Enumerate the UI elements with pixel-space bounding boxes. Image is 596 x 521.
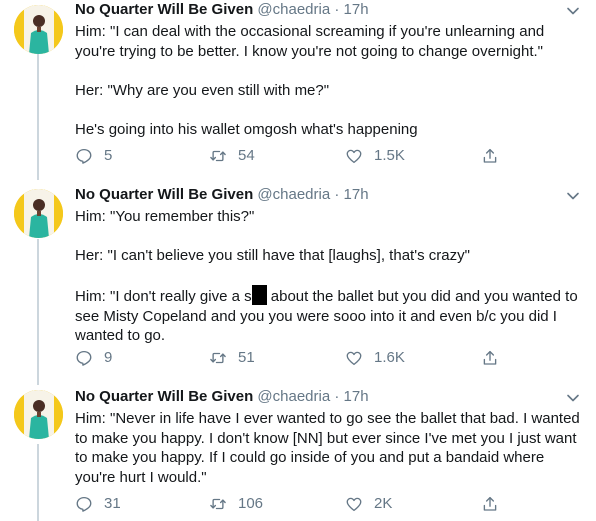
- tweet-actions: 9 51 1.6K: [75, 348, 505, 368]
- author-handle[interactable]: @chaedria: [257, 1, 330, 18]
- thread-line: [37, 239, 39, 385]
- retweet-count: 54: [238, 147, 255, 164]
- heart-icon: [346, 351, 362, 366]
- timestamp[interactable]: 17h: [344, 186, 369, 203]
- share-button[interactable]: [481, 146, 510, 166]
- tweet-text: Him: "You remember this?" Her: "I can't …: [75, 207, 580, 346]
- separator: ·: [334, 388, 340, 405]
- retweet-icon: [210, 150, 226, 162]
- reply-icon: [76, 350, 92, 366]
- share-icon: [483, 148, 497, 163]
- author-name[interactable]: No Quarter Will Be Given: [75, 388, 253, 405]
- like-button[interactable]: 2K: [345, 494, 392, 514]
- tweet-actions: 31 106 2K: [75, 494, 505, 514]
- share-button[interactable]: [481, 494, 510, 514]
- tweet-paragraph: Her: "I can't believe you still have tha…: [75, 247, 470, 264]
- separator: ·: [334, 186, 340, 203]
- text-before-redaction: Him: "I don't really give a s: [75, 288, 252, 305]
- tweet-paragraph: He's going into his wallet omgosh what's…: [75, 120, 418, 138]
- avatar[interactable]: [14, 390, 63, 439]
- timestamp[interactable]: 17h: [344, 388, 369, 405]
- tweet-paragraph: Him: "I don't really give a s about the …: [75, 285, 580, 346]
- retweet-icon: [210, 352, 226, 364]
- avatar[interactable]: [14, 189, 63, 238]
- reply-icon: [76, 148, 92, 164]
- avatar-image: [14, 5, 63, 54]
- reply-icon: [76, 496, 92, 512]
- reply-count: 5: [104, 147, 113, 164]
- share-icon: [483, 350, 497, 365]
- tweet-paragraph: Him: "You remember this?": [75, 208, 255, 225]
- like-count: 1.5K: [374, 147, 405, 164]
- tweet[interactable]: No Quarter Will Be Given @chaedria · 17h…: [0, 0, 596, 180]
- retweet-button[interactable]: 51: [209, 348, 255, 368]
- avatar[interactable]: [14, 5, 63, 54]
- reply-count: 9: [104, 349, 113, 366]
- tweet-header: No Quarter Will Be Given @chaedria · 17h: [75, 0, 369, 20]
- reply-button[interactable]: 9: [75, 348, 112, 368]
- like-count: 1.6K: [374, 349, 405, 366]
- avatar-image: [14, 390, 63, 439]
- share-icon: [483, 496, 497, 511]
- tweet-header: No Quarter Will Be Given @chaedria · 17h: [75, 185, 369, 205]
- author-handle[interactable]: @chaedria: [257, 388, 330, 405]
- thread-line: [37, 54, 39, 180]
- retweet-count: 51: [238, 349, 255, 366]
- author-handle[interactable]: @chaedria: [257, 186, 330, 203]
- author-name[interactable]: No Quarter Will Be Given: [75, 186, 253, 203]
- reply-count: 31: [104, 495, 121, 512]
- tweet-paragraph: Him: "Never in life have I ever wanted t…: [75, 410, 580, 486]
- tweet-actions: 5 54 1.5K: [75, 146, 505, 166]
- chevron-down-icon[interactable]: [566, 391, 580, 405]
- heart-icon: [346, 497, 362, 512]
- retweet-button[interactable]: 106: [209, 494, 263, 514]
- tweet-paragraph: Her: "Why are you even still with me?": [75, 81, 330, 99]
- like-button[interactable]: 1.6K: [345, 348, 405, 368]
- like-button[interactable]: 1.5K: [345, 146, 405, 166]
- chevron-down-icon[interactable]: [566, 189, 580, 203]
- heart-icon: [346, 149, 362, 164]
- avatar-image: [14, 189, 63, 238]
- tweet-text: Him: "I can deal with the occasional scr…: [75, 22, 580, 139]
- retweet-count: 106: [238, 495, 264, 512]
- chevron-down-icon[interactable]: [566, 4, 580, 18]
- timestamp[interactable]: 17h: [344, 1, 369, 18]
- thread-line: [37, 444, 39, 521]
- tweet[interactable]: No Quarter Will Be Given @chaedria · 17h…: [0, 387, 596, 521]
- like-count: 2K: [374, 495, 393, 512]
- reply-button[interactable]: 5: [75, 146, 112, 166]
- tweet-text: Him: "Never in life have I ever wanted t…: [75, 409, 580, 487]
- retweet-icon: [210, 498, 226, 510]
- redaction-box: [251, 285, 267, 305]
- tweet[interactable]: No Quarter Will Be Given @chaedria · 17h…: [0, 185, 596, 385]
- share-button[interactable]: [481, 348, 510, 368]
- separator: ·: [334, 1, 340, 18]
- retweet-button[interactable]: 54: [209, 146, 255, 166]
- author-name[interactable]: No Quarter Will Be Given: [75, 1, 253, 18]
- reply-button[interactable]: 31: [75, 494, 121, 514]
- tweet-paragraph: Him: "I can deal with the occasional scr…: [75, 23, 545, 60]
- tweet-header: No Quarter Will Be Given @chaedria · 17h: [75, 387, 369, 407]
